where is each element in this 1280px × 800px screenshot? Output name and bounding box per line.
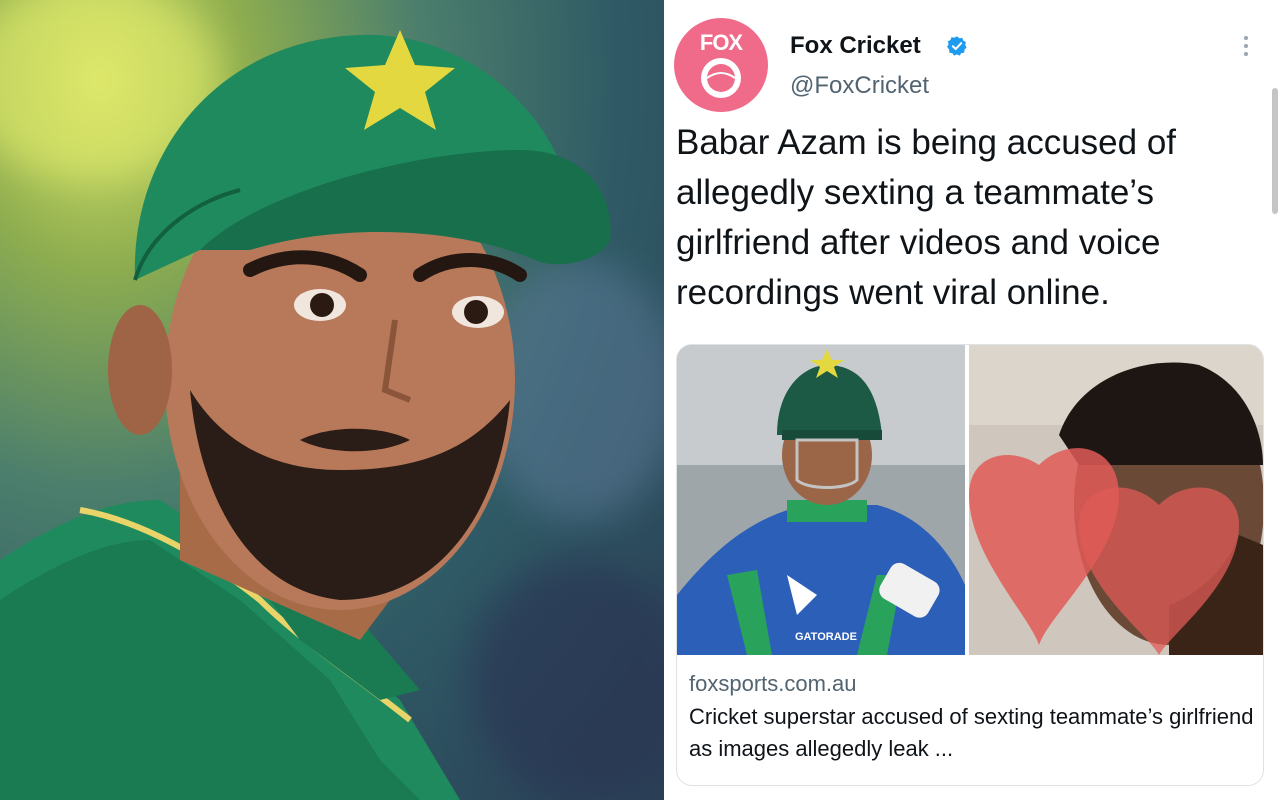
card-image-batting: GATORADE: [677, 345, 965, 655]
avatar-logo-text: FOX: [699, 30, 743, 55]
card-title[interactable]: Cricket superstar accused of sexting tea…: [689, 701, 1255, 765]
link-preview-card[interactable]: GATORADE foxsports.com.au Cricket supers…: [676, 344, 1264, 786]
card-image-selfie: [969, 345, 1263, 655]
jersey-sponsor-text: GATORADE: [795, 631, 857, 643]
fox-cricket-avatar[interactable]: FOX: [674, 18, 768, 112]
player-photo: [0, 0, 664, 800]
account-handle[interactable]: @FoxCricket: [790, 72, 929, 100]
scrollbar[interactable]: [1272, 88, 1278, 214]
account-name[interactable]: Fox Cricket: [790, 32, 921, 60]
tweet-card[interactable]: FOX Fox Cricket @FoxCricket Babar Azam i…: [664, 0, 1280, 800]
screenshot-stage: FOX Fox Cricket @FoxCricket Babar Azam i…: [0, 0, 1280, 800]
more-options-icon[interactable]: [1244, 36, 1250, 60]
tweet-text: Babar Azam is being accused of allegedly…: [676, 123, 1177, 312]
player-illustration: [0, 30, 611, 800]
card-domain[interactable]: foxsports.com.au: [689, 671, 857, 697]
verified-badge-icon: [947, 36, 967, 56]
